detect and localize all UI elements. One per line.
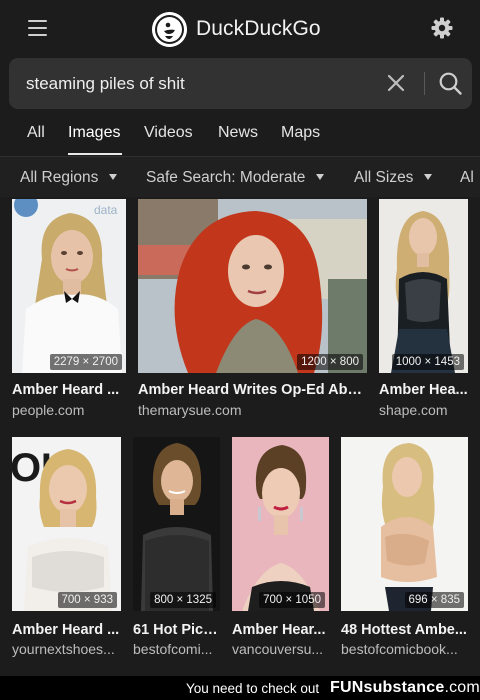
result-thumbnail: data 2279 × 2700 xyxy=(12,199,126,373)
result-title: Amber Hear... xyxy=(232,622,326,638)
result-source: shape.com xyxy=(379,402,448,418)
result-thumbnail: 700 × 1050 xyxy=(232,437,329,611)
size-filter-label: All Sizes xyxy=(354,169,414,186)
safe-search-filter[interactable]: Safe Search: Moderate xyxy=(146,169,325,187)
image-dimensions: 1000 × 1453 xyxy=(391,354,464,370)
image-dimensions: 800 × 1325 xyxy=(150,592,216,608)
tab-maps[interactable]: Maps xyxy=(281,124,320,142)
tab-news[interactable]: News xyxy=(218,124,258,142)
duckduckgo-logo-icon xyxy=(152,11,187,47)
region-filter-label: All Regions xyxy=(20,169,99,186)
chevron-down-icon xyxy=(424,174,433,180)
watermark-bar: You need to check out FUNsubstance.com xyxy=(0,676,480,700)
image-result[interactable]: 700 × 1050 Amber Hear... vancouversu... xyxy=(232,437,329,658)
result-thumbnail: 696 × 835 xyxy=(341,437,468,611)
gear-icon[interactable] xyxy=(430,16,454,40)
image-dimensions: 1200 × 800 xyxy=(297,354,363,370)
result-title: Amber Heard ... xyxy=(12,382,120,398)
image-dimensions: 700 × 933 xyxy=(57,592,117,608)
menu-icon[interactable] xyxy=(28,20,47,36)
result-thumbnail: 800 × 1325 xyxy=(133,437,220,611)
result-source: themarysue.com xyxy=(138,402,242,418)
image-result[interactable]: data 2279 × 2700 Amber Heard ... people.… xyxy=(12,199,126,420)
size-filter[interactable]: All Sizes xyxy=(354,169,433,187)
tab-all[interactable]: All xyxy=(27,124,45,142)
result-thumbnail: 1200 × 800 xyxy=(138,199,367,373)
search-tabs: All Images Videos News Maps xyxy=(0,110,480,156)
result-title: Amber Hea... xyxy=(379,382,468,398)
image-dimensions: 700 × 1050 xyxy=(259,592,325,608)
safe-search-filter-label: Safe Search: Moderate xyxy=(146,169,306,186)
watermark-brand-name: FUNsubstance xyxy=(330,679,445,696)
tab-videos[interactable]: Videos xyxy=(144,124,193,142)
result-source: people.com xyxy=(12,402,85,418)
watermark-brand: FUNsubstance.com xyxy=(330,679,480,697)
result-thumbnail: 1000 × 1453 xyxy=(379,199,468,373)
brand-name: DuckDuckGo xyxy=(196,17,321,40)
chevron-down-icon xyxy=(109,174,118,180)
top-bar: DuckDuckGo xyxy=(0,0,480,56)
result-source: vancouversu... xyxy=(232,641,324,657)
result-thumbnail: OU 700 × 933 xyxy=(12,437,121,611)
search-input[interactable] xyxy=(26,58,366,109)
result-source: bestofcomi... xyxy=(133,641,213,657)
more-filter-label: Al xyxy=(460,169,474,186)
region-filter[interactable]: All Regions xyxy=(20,169,118,187)
brand[interactable]: DuckDuckGo xyxy=(152,11,321,47)
search-divider xyxy=(424,72,425,95)
result-source: yournextshoes... xyxy=(12,641,115,657)
clear-icon[interactable] xyxy=(385,72,407,94)
more-filter[interactable]: Al xyxy=(460,169,474,187)
svg-text:data: data xyxy=(94,203,118,217)
filter-bar: All Regions Safe Search: Moderate All Si… xyxy=(0,157,480,197)
result-title: 61 Hot Pict... xyxy=(133,622,220,638)
image-result[interactable]: 1000 × 1453 Amber Hea... shape.com xyxy=(379,199,468,420)
result-title: Amber Heard Writes Op-Ed Abo... xyxy=(138,382,367,398)
tab-images[interactable]: Images xyxy=(68,124,120,142)
image-result[interactable]: OU 700 × 933 Amber Heard ... yournextsho… xyxy=(12,437,121,658)
chevron-down-icon xyxy=(316,174,325,180)
result-title: 48 Hottest Ambe... xyxy=(341,622,467,638)
image-dimensions: 2279 × 2700 xyxy=(49,354,122,370)
image-dimensions: 696 × 835 xyxy=(404,592,464,608)
watermark-domain: .com xyxy=(444,679,480,696)
result-source: bestofcomicbook... xyxy=(341,641,458,657)
image-result[interactable]: 696 × 835 48 Hottest Ambe... bestofcomic… xyxy=(341,437,468,658)
image-result[interactable]: 800 × 1325 61 Hot Pict... bestofcomi... xyxy=(133,437,220,658)
active-tab-indicator xyxy=(68,153,122,155)
image-result[interactable]: 1200 × 800 Amber Heard Writes Op-Ed Abo.… xyxy=(138,199,367,420)
watermark-text: You need to check out xyxy=(186,681,320,696)
search-bar xyxy=(9,58,472,109)
search-icon[interactable] xyxy=(438,71,463,96)
result-title: Amber Heard ... xyxy=(12,622,120,638)
